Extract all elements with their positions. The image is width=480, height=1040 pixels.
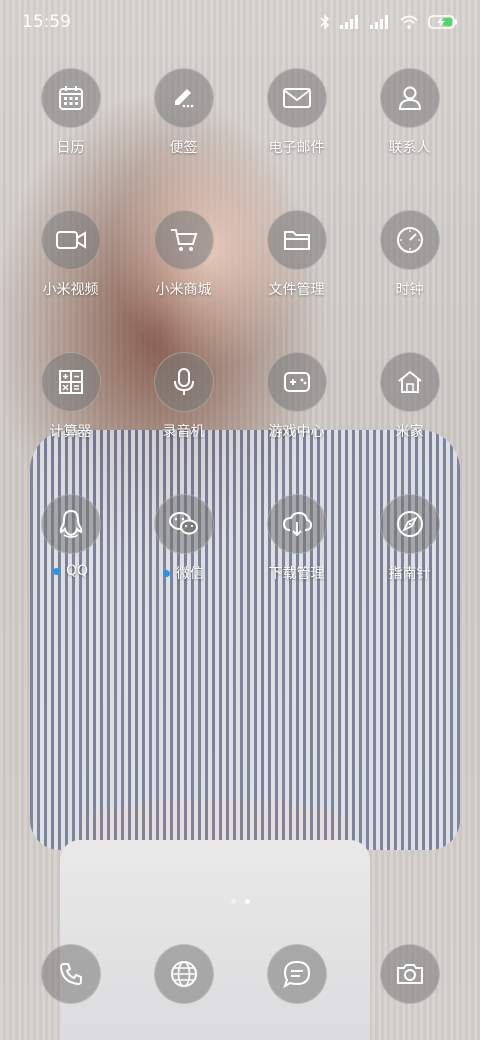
app-file-manager[interactable]: 文件管理 bbox=[240, 210, 353, 352]
app-email[interactable]: 电子邮件 bbox=[240, 68, 353, 210]
dock-phone[interactable] bbox=[14, 944, 127, 1004]
app-label: 下载管理 bbox=[268, 566, 325, 582]
app-mi-store[interactable]: 小米商城 bbox=[127, 210, 240, 352]
app-calculator[interactable]: 计算器 bbox=[14, 352, 127, 494]
app-grid: 日历 便签 电子邮件 联系人 小米视频 小米商城 文件管理 时钟 计算器 录音机… bbox=[14, 68, 466, 636]
app-label: 米家 bbox=[395, 424, 424, 440]
notification-dot bbox=[52, 567, 60, 575]
signal-icon bbox=[340, 15, 360, 29]
wechat-icon bbox=[153, 494, 214, 554]
status-bar: 15:59 bbox=[0, 0, 480, 44]
app-download-manager[interactable]: 下载管理 bbox=[240, 494, 353, 636]
app-label: 时钟 bbox=[395, 282, 424, 298]
app-wechat[interactable]: 微信 bbox=[127, 494, 240, 636]
qq-penguin-icon bbox=[40, 494, 101, 554]
notes-icon bbox=[153, 68, 214, 128]
app-label: 便签 bbox=[169, 140, 198, 156]
app-label: 小米视频 bbox=[42, 282, 99, 298]
app-label: 电子邮件 bbox=[268, 140, 325, 156]
browser-globe-icon bbox=[153, 944, 214, 1004]
dock-camera[interactable] bbox=[353, 944, 466, 1004]
app-compass[interactable]: 指南针 bbox=[353, 494, 466, 636]
phone-icon bbox=[40, 944, 101, 1004]
contacts-icon bbox=[379, 68, 440, 128]
app-game-center[interactable]: 游戏中心 bbox=[240, 352, 353, 494]
calendar-icon bbox=[40, 68, 101, 128]
app-recorder[interactable]: 录音机 bbox=[127, 352, 240, 494]
page-indicator[interactable] bbox=[0, 899, 480, 904]
clock-icon bbox=[379, 210, 440, 270]
app-qq[interactable]: QQ bbox=[14, 494, 127, 636]
app-label: 指南针 bbox=[388, 566, 431, 582]
shopping-cart-icon bbox=[153, 210, 214, 270]
battery-charging-icon bbox=[428, 15, 458, 29]
app-notes[interactable]: 便签 bbox=[127, 68, 240, 210]
status-time: 15:59 bbox=[22, 12, 71, 32]
dock-browser[interactable] bbox=[127, 944, 240, 1004]
app-label: 联系人 bbox=[388, 140, 431, 156]
bluetooth-icon bbox=[320, 14, 330, 30]
app-clock[interactable]: 时钟 bbox=[353, 210, 466, 352]
signal-icon bbox=[370, 15, 390, 29]
app-calendar[interactable]: 日历 bbox=[14, 68, 127, 210]
microphone-icon bbox=[153, 352, 214, 412]
app-contacts[interactable]: 联系人 bbox=[353, 68, 466, 210]
status-icons bbox=[320, 14, 458, 30]
page-dot-active[interactable] bbox=[244, 899, 250, 904]
wallpaper-detail bbox=[60, 840, 370, 1040]
gamepad-icon bbox=[266, 352, 327, 412]
cloud-download-icon bbox=[266, 494, 327, 554]
dock bbox=[14, 944, 466, 1004]
app-label: 小米商城 bbox=[155, 282, 212, 298]
video-icon bbox=[40, 210, 101, 270]
app-mi-home[interactable]: 米家 bbox=[353, 352, 466, 494]
app-label: 微信 bbox=[163, 563, 204, 583]
app-label: 游戏中心 bbox=[268, 424, 325, 440]
page-dot[interactable] bbox=[230, 899, 236, 904]
app-label: 计算器 bbox=[49, 424, 92, 440]
messages-icon bbox=[266, 944, 327, 1004]
app-label: 录音机 bbox=[162, 424, 205, 440]
email-icon bbox=[266, 68, 327, 128]
folder-icon bbox=[266, 210, 327, 270]
app-mi-video[interactable]: 小米视频 bbox=[14, 210, 127, 352]
home-icon bbox=[379, 352, 440, 412]
calculator-icon bbox=[40, 352, 101, 412]
app-label: 日历 bbox=[56, 140, 85, 156]
app-label: 文件管理 bbox=[268, 282, 325, 298]
wifi-icon bbox=[400, 15, 418, 29]
notification-dot bbox=[163, 569, 170, 577]
compass-icon bbox=[379, 494, 440, 554]
app-label: QQ bbox=[52, 563, 88, 579]
dock-messages[interactable] bbox=[240, 944, 353, 1004]
camera-icon bbox=[379, 944, 440, 1004]
